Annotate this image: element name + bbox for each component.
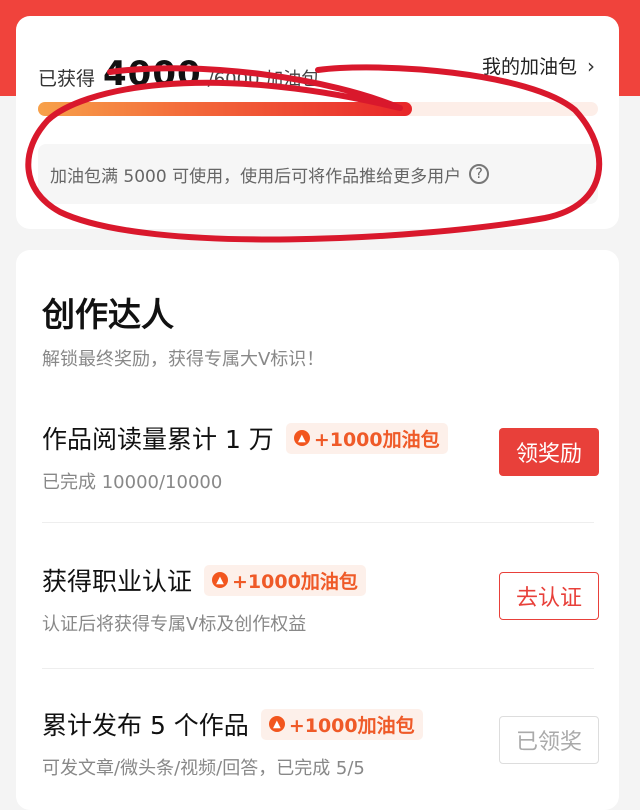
earned-total: /6000 加油包: [207, 69, 320, 90]
reward-badge: ▲ +1000加油包: [260, 708, 423, 740]
claim-reward-button[interactable]: 领奖励: [499, 428, 599, 476]
pack-summary-card: 已获得 4000 /6000 加油包 我的加油包 › 加油包满 5000 可使用…: [16, 16, 619, 229]
task-title: 作品阅读量累计 1 万: [42, 425, 274, 454]
my-pack-link[interactable]: 我的加油包 ›: [482, 52, 595, 79]
usage-tip: 加油包满 5000 可使用，使用后可将作品推给更多用户 ?: [38, 144, 598, 204]
progress-bar-fill: [38, 102, 412, 116]
earned-progress-text: 已获得 4000 /6000 加油包: [38, 54, 319, 94]
task-title: 累计发布 5 个作品: [42, 711, 249, 740]
reward-badge: ▲ +1000加油包: [285, 422, 448, 454]
section-subtitle: 解锁最终奖励，获得专属大V标识！: [42, 349, 325, 370]
task-title: 获得职业认证: [42, 567, 193, 596]
claimed-button[interactable]: 已领奖: [499, 716, 599, 764]
my-pack-label: 我的加油包: [481, 56, 577, 78]
rocket-icon: ▲: [212, 572, 229, 588]
creator-tasks-card: 创作达人 解锁最终奖励，获得专属大V标识！ 作品阅读量累计 1 万 ▲ +100…: [16, 250, 619, 810]
rocket-icon: ▲: [293, 430, 310, 446]
reward-text: +1000加油包: [288, 714, 415, 737]
reward-text: +1000加油包: [313, 428, 440, 451]
progress-bar: [38, 102, 598, 116]
reward-badge: ▲ +1000加油包: [204, 564, 366, 596]
earned-label: 已获得: [38, 68, 96, 90]
earned-value: 4000: [103, 54, 202, 94]
reward-text: +1000加油包: [232, 570, 358, 593]
section-title: 创作达人: [42, 295, 174, 334]
chevron-right-icon: ›: [587, 53, 595, 78]
usage-tip-text: 加油包满 5000 可使用，使用后可将作品推给更多用户: [50, 166, 462, 187]
divider: [42, 522, 594, 523]
question-circle-icon[interactable]: ?: [469, 164, 490, 184]
rocket-icon: ▲: [268, 716, 285, 732]
verify-button[interactable]: 去认证: [499, 572, 599, 620]
divider: [42, 668, 594, 669]
